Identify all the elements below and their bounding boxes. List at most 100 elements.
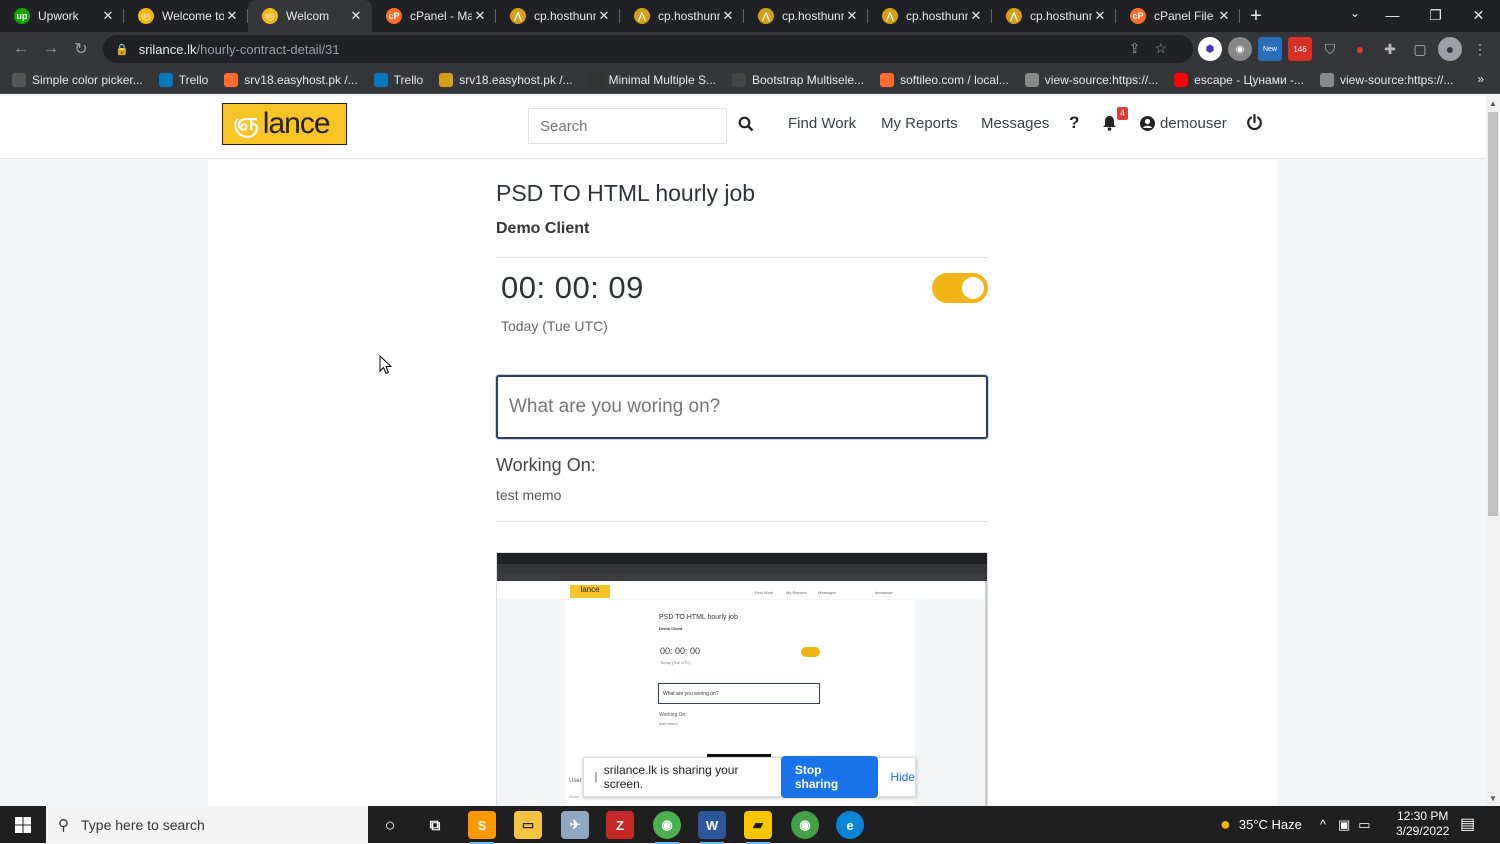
scroll-down-icon[interactable]: ▼ bbox=[1489, 794, 1497, 803]
minimize-button[interactable]: — bbox=[1371, 0, 1414, 30]
edge-icon[interactable]: e bbox=[836, 811, 864, 839]
sublime-text-icon[interactable]: S bbox=[468, 811, 496, 844]
display-icon[interactable]: ▭ bbox=[1358, 817, 1370, 833]
bookmark-item[interactable]: view-source:https://... bbox=[1319, 72, 1453, 87]
tab-close-icon[interactable]: ✕ bbox=[472, 8, 488, 24]
bookmark-item[interactable]: Trello bbox=[158, 72, 209, 87]
contract-panel: PSD TO HTML hourly job Demo Client 00: 0… bbox=[208, 159, 1277, 806]
task-view-icon[interactable]: ⧉ bbox=[421, 811, 449, 839]
filezilla-icon[interactable]: Z bbox=[606, 811, 634, 839]
tab-close-icon[interactable]: ✕ bbox=[348, 8, 364, 24]
extension-new-icon[interactable]: New bbox=[1258, 37, 1282, 61]
extension-badge-icon[interactable]: 146 bbox=[1288, 37, 1312, 61]
start-button[interactable] bbox=[0, 806, 46, 843]
browser-tab[interactable]: ⋀ cp.hosthunn ✕ bbox=[992, 0, 1116, 32]
network-icon[interactable]: ▣ bbox=[1338, 817, 1350, 833]
browser-tab[interactable]: ⋀ cp.hosthunn ✕ bbox=[868, 0, 992, 32]
bookmarks-bar: Simple color picker... Trello srv18.easyho… bbox=[0, 66, 1500, 94]
notification-center-icon[interactable]: ▤ bbox=[1460, 814, 1475, 834]
bookmark-item[interactable]: softileo.com / local... bbox=[880, 72, 1009, 87]
clock[interactable]: 12:30 PM 3/29/2022 bbox=[1396, 809, 1449, 839]
tab-close-icon[interactable]: ✕ bbox=[596, 8, 612, 24]
gear-icon bbox=[732, 72, 746, 87]
profile-icon[interactable]: ● bbox=[1438, 37, 1462, 61]
address-bar[interactable]: 🔒 srilance.lk/hourly-contract-detail/31 … bbox=[103, 35, 1193, 63]
bookmark-item[interactable]: Trello bbox=[373, 72, 423, 87]
browser-tab[interactable]: cP cPanel - Mai ✕ bbox=[372, 0, 496, 32]
chrome-profile-icon[interactable]: ◉ bbox=[791, 811, 819, 839]
back-button[interactable]: ← bbox=[6, 40, 36, 58]
browser-tab[interactable]: ⋀ cp.hosthunn ✕ bbox=[496, 0, 620, 32]
browser-tab[interactable]: ⋀ cp.hosthunn ✕ bbox=[744, 0, 868, 32]
sticky-notes-icon[interactable]: ▰ bbox=[744, 811, 772, 844]
side-panel-icon[interactable]: ▢ bbox=[1408, 37, 1432, 61]
share-icon[interactable]: ⇪ bbox=[1129, 40, 1155, 56]
bookmark-item[interactable]: Bootstrap Multisele... bbox=[732, 72, 864, 87]
close-window-button[interactable]: ✕ bbox=[1457, 0, 1500, 30]
bookmark-item[interactable]: Minimal Multiple S... bbox=[588, 72, 716, 87]
hide-button[interactable]: Hide bbox=[890, 770, 915, 784]
bookmark-star-icon[interactable]: ☆ bbox=[1154, 40, 1181, 56]
chrome-icon[interactable]: ◉ bbox=[653, 811, 681, 844]
nav-messages[interactable]: Messages bbox=[981, 115, 1049, 132]
bookmark-label: Trello bbox=[178, 72, 209, 87]
windows-logo-icon bbox=[15, 816, 31, 833]
nav-find-work[interactable]: Find Work bbox=[788, 115, 856, 132]
browser-tab[interactable]: up Upwork ✕ bbox=[0, 0, 124, 32]
search-icon[interactable] bbox=[738, 116, 754, 132]
stop-sharing-button[interactable]: Stop sharing bbox=[780, 756, 879, 798]
menu-icon[interactable]: ⋮ bbox=[1468, 37, 1492, 61]
tab-favicon-icon: ⋀ bbox=[1006, 8, 1022, 24]
extension-red-icon[interactable]: ● bbox=[1348, 37, 1372, 61]
tab-close-icon[interactable]: ✕ bbox=[1216, 8, 1232, 24]
bookmark-item[interactable]: escape - Цунами -... bbox=[1174, 72, 1304, 87]
weather-text[interactable]: 35°C Haze bbox=[1239, 817, 1302, 832]
tab-close-icon[interactable]: ✕ bbox=[224, 8, 240, 24]
cortana-icon[interactable]: ○ bbox=[376, 811, 404, 839]
cpanel-icon bbox=[880, 72, 895, 87]
extension-hex-icon[interactable]: ⬢ bbox=[1198, 37, 1222, 61]
reload-button[interactable]: ↻ bbox=[66, 39, 96, 59]
taskbar-search[interactable]: ⚲ Type here to search bbox=[46, 806, 368, 843]
youtube-icon bbox=[1174, 72, 1189, 87]
tab-close-icon[interactable]: ✕ bbox=[844, 8, 860, 24]
forward-button[interactable]: → bbox=[36, 40, 66, 58]
shield-icon[interactable]: ⛉ bbox=[1318, 37, 1342, 61]
extension-circle-icon[interactable]: ◉ bbox=[1228, 37, 1252, 61]
file-explorer-icon[interactable]: ▭ bbox=[514, 811, 542, 839]
browser-tab[interactable]: cP cPanel File M✕ bbox=[1116, 0, 1240, 32]
browser-tab[interactable]: ஞ Welcome to ✕ bbox=[124, 0, 248, 32]
nav-my-reports[interactable]: My Reports bbox=[881, 115, 958, 132]
help-icon[interactable]: ? bbox=[1069, 113, 1079, 133]
tab-close-icon[interactable]: ✕ bbox=[1092, 8, 1108, 24]
scrollbar-thumb[interactable] bbox=[1488, 112, 1498, 516]
bookmark-item[interactable]: srv18.easyhost.pk /... bbox=[224, 72, 358, 87]
tab-close-icon[interactable]: ✕ bbox=[100, 8, 116, 24]
timer-toggle[interactable] bbox=[932, 273, 988, 303]
puzzle-icon[interactable]: ✚ bbox=[1378, 37, 1402, 61]
memo-input[interactable] bbox=[496, 375, 988, 439]
user-menu[interactable]: demouser bbox=[1140, 115, 1227, 132]
bookmarks-overflow-icon[interactable]: » bbox=[1477, 72, 1484, 86]
restore-button[interactable]: ❐ bbox=[1414, 0, 1457, 30]
app-icon[interactable]: ✈ bbox=[561, 811, 589, 839]
bookmark-item[interactable]: srv18.easyhost.pk /... bbox=[439, 72, 573, 87]
tab-search-icon[interactable]: ⌄ bbox=[1350, 6, 1360, 20]
browser-tab[interactable]: ⋀ cp.hosthunn ✕ bbox=[620, 0, 744, 32]
drag-handle-icon[interactable]: || bbox=[594, 771, 597, 783]
browser-tab[interactable]: ஞ Welcom ✕ bbox=[248, 0, 372, 32]
site-logo[interactable]: ஞ lance bbox=[222, 103, 347, 145]
tab-close-icon[interactable]: ✕ bbox=[968, 8, 984, 24]
power-icon[interactable] bbox=[1246, 114, 1263, 131]
scroll-up-icon[interactable]: ▲ bbox=[1489, 99, 1497, 108]
page-scrollbar[interactable]: ▲ ▼ bbox=[1486, 96, 1500, 806]
bookmark-item[interactable]: view-source:https://... bbox=[1024, 72, 1158, 87]
word-icon[interactable]: W bbox=[698, 811, 726, 844]
search-input[interactable] bbox=[528, 108, 727, 144]
new-tab-button[interactable]: + bbox=[1240, 0, 1272, 32]
bell-icon[interactable] bbox=[1102, 115, 1117, 131]
bookmark-item[interactable]: Simple color picker... bbox=[12, 72, 143, 87]
chevron-up-icon[interactable]: ^ bbox=[1320, 817, 1326, 832]
system-tray: ● 35°C Haze ^ ▣ ▭ bbox=[1220, 806, 1371, 843]
tab-close-icon[interactable]: ✕ bbox=[720, 8, 736, 24]
